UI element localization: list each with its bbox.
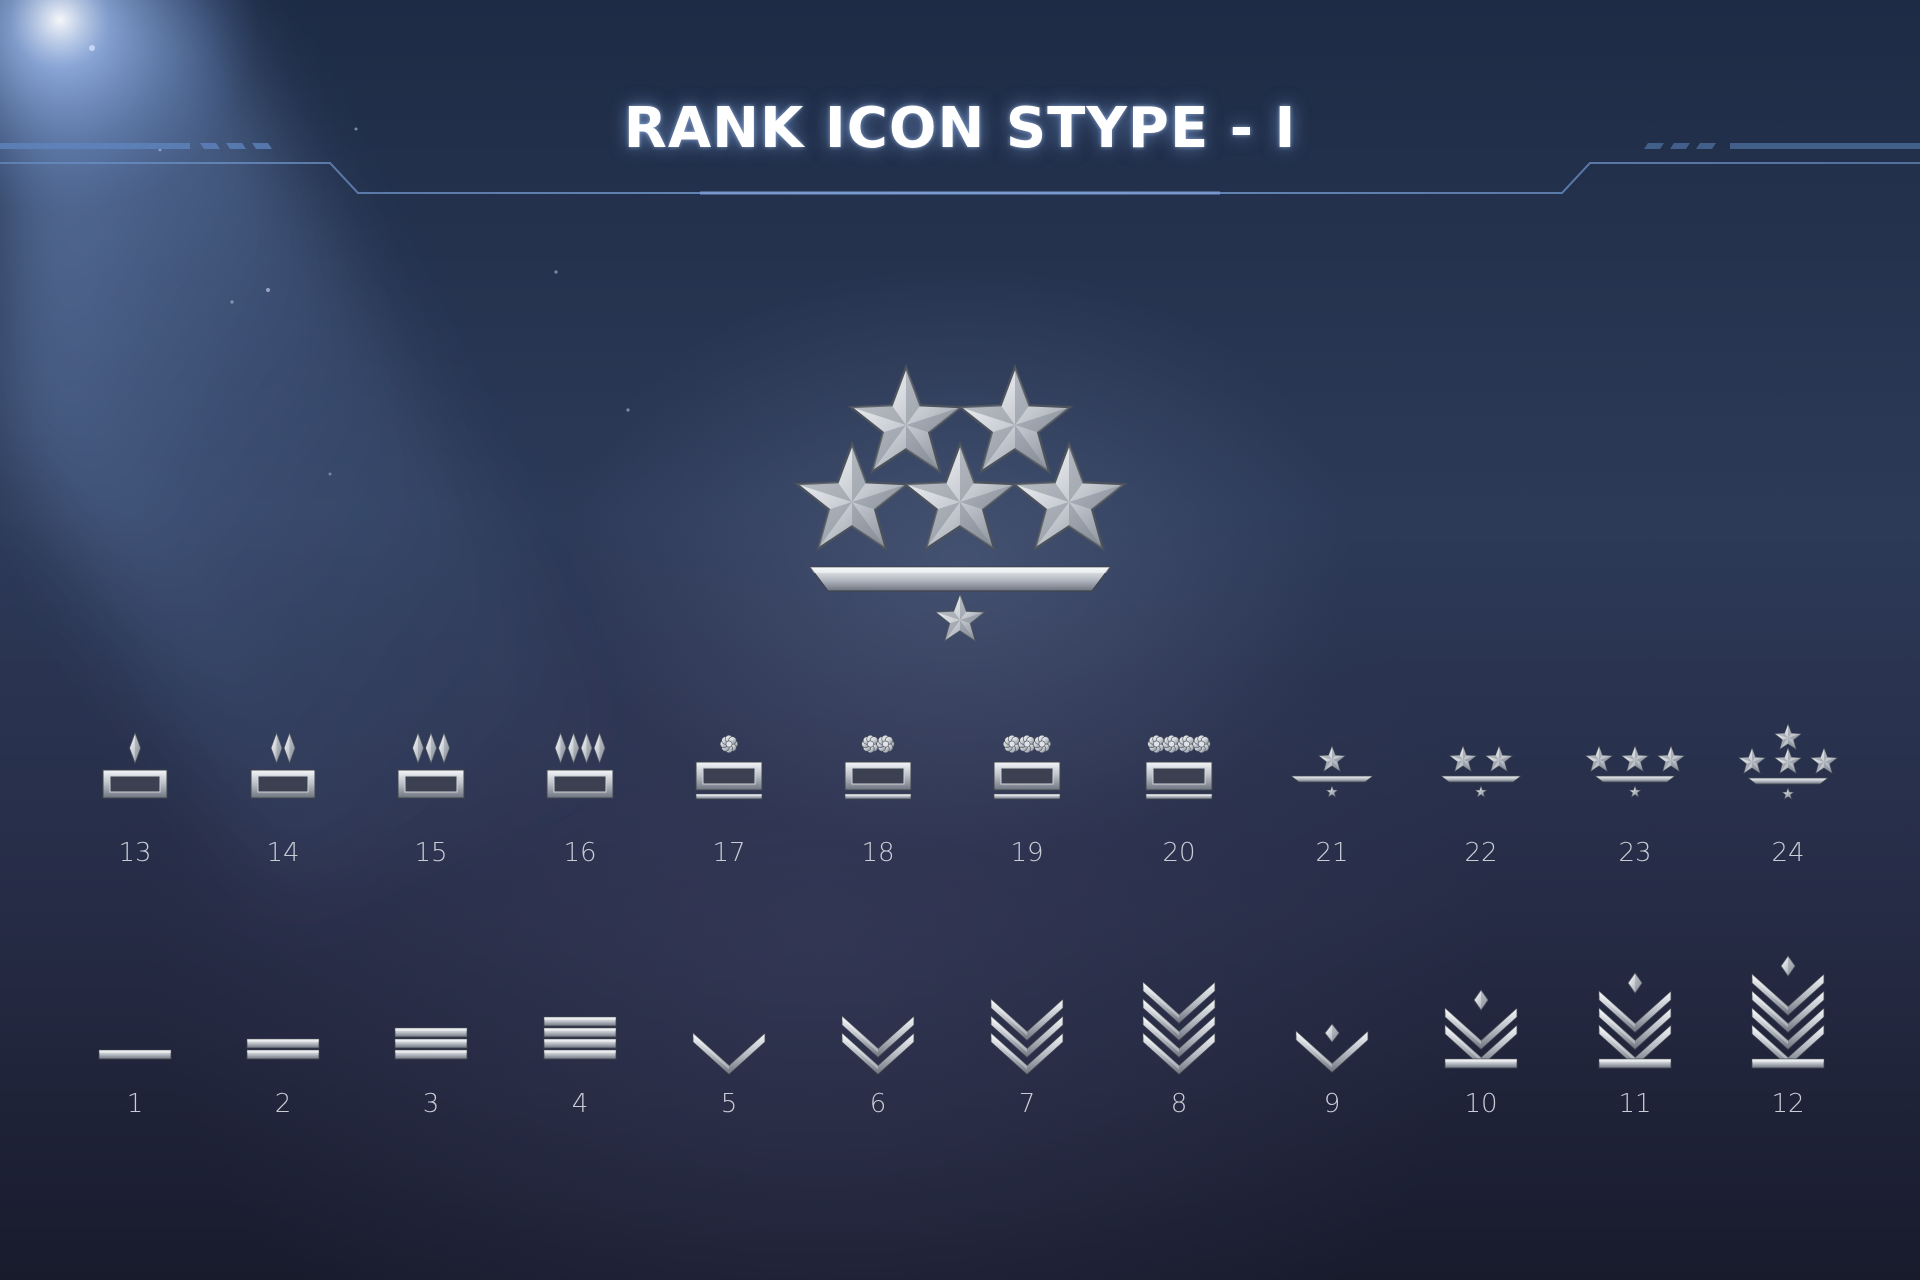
rank-1: 1 [70, 955, 200, 1135]
chevron-diamond-2-icon [1444, 989, 1518, 1069]
stripe-3-icon [394, 1027, 468, 1060]
rank-number: 3 [422, 1089, 440, 1119]
rank-4: 4 [515, 955, 645, 1135]
star-2-icon [1439, 745, 1523, 798]
rank-number: 6 [869, 1089, 887, 1119]
rank-9: 9 [1267, 955, 1397, 1135]
rank-number: 9 [1323, 1089, 1341, 1119]
rank-23: 23 [1570, 704, 1700, 884]
rank-number: 7 [1018, 1089, 1036, 1119]
rank-number: 2 [274, 1089, 292, 1119]
stripe-4-icon [543, 1016, 617, 1060]
rank-8: 8 [1114, 955, 1244, 1135]
diamond-bar-2-icon [250, 731, 316, 799]
chevron-diamond-1-icon [1295, 1023, 1369, 1073]
flower-bar-3-icon [993, 734, 1061, 800]
rank-number: 21 [1315, 838, 1349, 868]
flower-bar-4-icon [1145, 734, 1213, 800]
chevron-diamond-4-icon [1751, 955, 1825, 1069]
rank-14: 14 [218, 704, 348, 884]
rank-number: 8 [1170, 1089, 1188, 1119]
flower-bar-1-icon [695, 734, 763, 800]
rank-number: 22 [1464, 838, 1498, 868]
flower-bar-2-icon [844, 734, 912, 800]
rank-12: 12 [1723, 955, 1853, 1135]
rank-number: 1 [126, 1089, 144, 1119]
stripe-2-icon [246, 1038, 320, 1060]
rank-number: 18 [861, 838, 895, 868]
stripe-1-icon [98, 1049, 172, 1060]
rank-number: 23 [1618, 838, 1652, 868]
rank-16: 16 [515, 704, 645, 884]
rank-number: 13 [118, 838, 152, 868]
rank-number: 20 [1162, 838, 1196, 868]
rank-number: 12 [1771, 1089, 1805, 1119]
rank-5: 5 [664, 955, 794, 1135]
chevron-3-icon [990, 998, 1064, 1075]
rank-number: 15 [414, 838, 448, 868]
rank-7: 7 [962, 955, 1092, 1135]
diamond-bar-4-icon [546, 731, 614, 799]
rank-number: 16 [563, 838, 597, 868]
rank-11: 11 [1570, 955, 1700, 1135]
star-3-icon [1584, 745, 1686, 798]
chevron-diamond-3-icon [1598, 972, 1672, 1069]
star-1-icon [1289, 745, 1375, 798]
rank-number: 14 [266, 838, 300, 868]
five-star-general-icon [793, 363, 1128, 643]
chevron-1-icon [692, 1032, 766, 1075]
rank-18: 18 [813, 704, 943, 884]
rank-3: 3 [366, 955, 496, 1135]
rank-number: 11 [1618, 1089, 1652, 1119]
rank-13: 13 [70, 704, 200, 884]
rank-number: 17 [712, 838, 746, 868]
diamond-bar-3-icon [397, 731, 465, 799]
rank-19: 19 [962, 704, 1092, 884]
page-title: RANK ICON STYPE - I [623, 96, 1297, 161]
rank-6: 6 [813, 955, 943, 1135]
chevron-4-icon [1142, 981, 1216, 1075]
rank-17: 17 [664, 704, 794, 884]
rank-2: 2 [218, 955, 348, 1135]
diamond-bar-1-icon [102, 731, 168, 799]
rank-number: 24 [1771, 838, 1805, 868]
rank-10: 10 [1416, 955, 1546, 1135]
rank-number: 5 [720, 1089, 738, 1119]
rank-21: 21 [1267, 704, 1397, 884]
star-4-icon [1737, 723, 1839, 800]
rank-number: 4 [571, 1089, 589, 1119]
rank-20: 20 [1114, 704, 1244, 884]
rank-number: 10 [1464, 1089, 1498, 1119]
rank-number: 19 [1010, 838, 1044, 868]
rank-24: 24 [1723, 704, 1853, 884]
chevron-2-icon [841, 1015, 915, 1075]
rank-22: 22 [1416, 704, 1546, 884]
rank-15: 15 [366, 704, 496, 884]
